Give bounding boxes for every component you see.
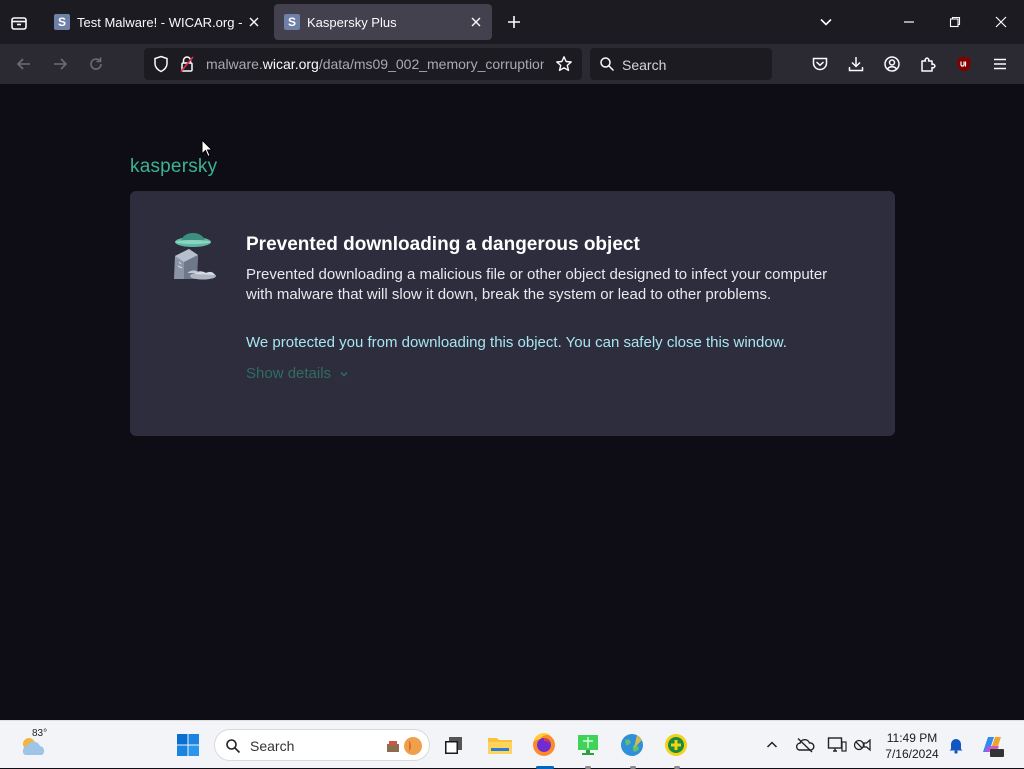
close-tab-icon[interactable] [468,14,484,30]
system-clock[interactable]: 11:49 PM 7/16/2024 [880,730,944,762]
search-highlight-icon [385,734,425,758]
notifications-bell-icon[interactable] [946,735,966,755]
search-bar[interactable]: Search [590,48,772,80]
bookmark-star-icon[interactable] [554,54,574,74]
green-monitor-app-icon[interactable] [572,729,604,761]
account-icon[interactable] [878,50,906,78]
warning-heading: Prevented downloading a dangerous object [246,234,640,255]
show-hidden-icons-chevron-up-icon[interactable] [764,737,780,753]
pocket-icon[interactable] [806,50,834,78]
show-details-link[interactable]: Show details [246,365,349,382]
chevron-down-icon [339,369,349,379]
network-volume-status-icon[interactable] [852,735,874,755]
restore-icon[interactable] [941,8,969,36]
tracking-protection-shield-icon[interactable] [152,55,170,73]
show-details-label: Show details [246,365,332,382]
list-all-tabs-icon[interactable] [812,8,840,36]
url-domain: wicar.org [262,56,319,72]
copilot-preview-icon[interactable] [978,731,1006,759]
new-tab-icon[interactable] [504,12,524,32]
tab-manager-icon[interactable] [8,12,30,34]
tab-title: Test Malware! - WICAR.org - Te [77,14,245,30]
clock-date: 7/16/2024 [885,747,939,761]
firefox-icon[interactable] [528,729,560,761]
search-placeholder: Search [622,57,667,73]
tab-wicar[interactable]: S Test Malware! - WICAR.org - Te [44,4,270,40]
tab-strip: S Test Malware! - WICAR.org - Te S Kaspe… [0,0,1024,44]
task-view-icon[interactable] [438,729,470,761]
url-prefix: malware. [206,56,263,72]
tab-favicon: S [54,14,70,30]
windows-start-icon[interactable] [172,729,204,761]
url-path: /data/ms09_002_memory_corruption [318,56,544,72]
ufo-danger-illustration-icon [168,231,218,281]
search-icon [599,56,615,72]
back-icon[interactable] [10,50,38,78]
ublock-origin-icon[interactable] [950,50,978,78]
insecure-lock-icon[interactable] [178,55,196,73]
downloads-icon[interactable] [842,50,870,78]
minimize-icon[interactable] [895,8,923,36]
globe-app-icon[interactable] [616,729,648,761]
extensions-puzzle-icon[interactable] [914,50,942,78]
tab-favicon: S [284,14,300,30]
url-text[interactable]: malware.wicar.org/data/ms09_002_memory_c… [206,56,544,72]
display-settings-icon[interactable] [826,735,848,755]
address-bar[interactable]: malware.wicar.org/data/ms09_002_memory_c… [144,48,582,80]
file-explorer-icon[interactable] [484,729,516,761]
reload-icon[interactable] [82,50,110,78]
tab-kaspersky[interactable]: S Kaspersky Plus [274,4,492,40]
yellow-plus-app-icon[interactable] [660,729,692,761]
warning-description: Prevented downloading a malicious file o… [246,266,828,303]
warning-reassurance: We protected you from downloading this o… [246,334,787,351]
forward-icon[interactable] [46,50,74,78]
weather-temperature: 83° [32,728,48,739]
warning-card: Prevented downloading a dangerous object… [130,191,895,436]
clock-time: 11:49 PM [886,731,938,745]
mouse-pointer-icon [201,139,213,158]
taskbar-search-label: Search [250,738,295,754]
onedrive-offline-icon[interactable] [794,735,816,755]
search-icon [225,738,241,754]
app-menu-icon[interactable] [986,50,1014,78]
kaspersky-logo: kaspersky [130,156,218,177]
taskbar-search-box[interactable]: Search [214,729,430,761]
close-tab-icon[interactable] [246,14,262,30]
page-content: kaspersky Prevented downloading a danger… [0,84,1024,720]
close-window-icon[interactable] [987,8,1015,36]
windows-taskbar: Search [0,720,1024,769]
tab-title: Kaspersky Plus [307,14,397,30]
